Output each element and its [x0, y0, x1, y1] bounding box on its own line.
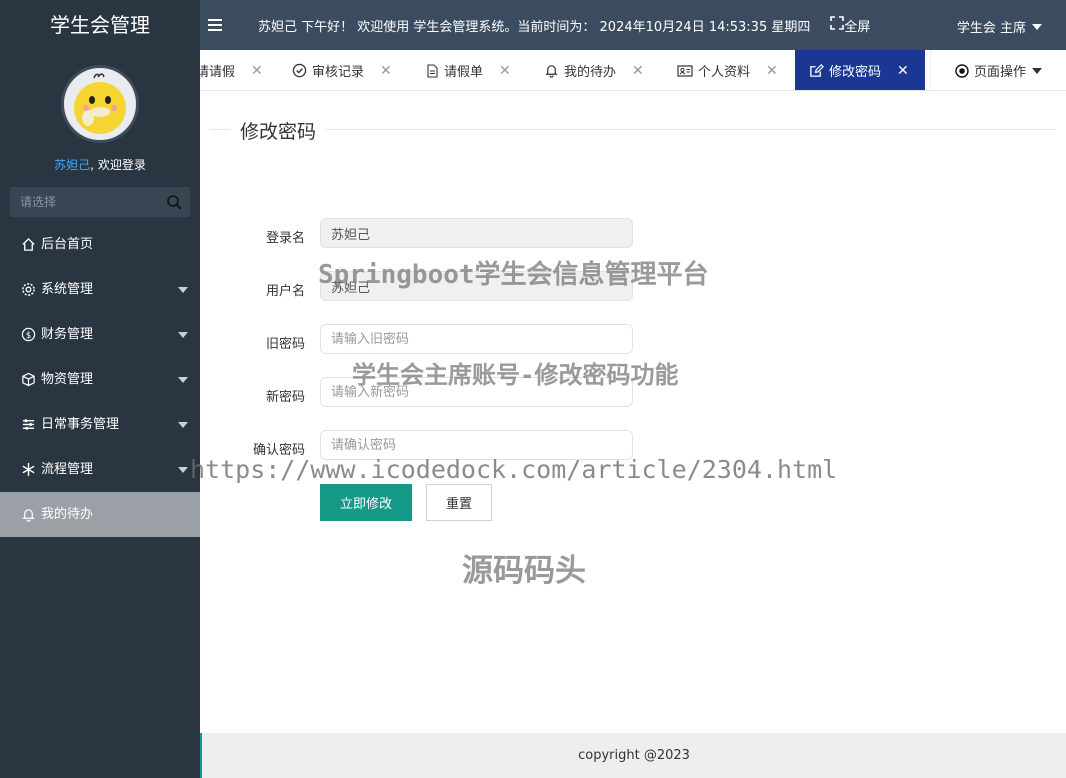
- sidebar-item-materials[interactable]: 物资管理: [0, 357, 200, 402]
- sidebar-item-my-todo[interactable]: 我的待办: [0, 492, 200, 537]
- tab-leave-form[interactable]: 请假单 ✕: [426, 50, 511, 90]
- tab-profile[interactable]: 个人资料 ✕: [677, 50, 778, 90]
- tab-label: 修改密码: [829, 65, 882, 80]
- greeting-text: 苏妲己 下午好！ 欢迎使用 学生会管理系统。当前时间为： 2024年10月24日…: [258, 19, 811, 35]
- radio-dot-icon: [955, 63, 969, 78]
- tab-my-todo[interactable]: 我的待办 ✕: [544, 50, 644, 90]
- top-header: 苏妲己 下午好！ 欢迎使用 学生会管理系统。当前时间为： 2024年10月24日…: [200, 0, 1066, 50]
- login-name-row: 登录名: [200, 218, 1066, 248]
- old-password-label: 旧密码: [265, 337, 305, 352]
- user-role-dropdown[interactable]: 学生会 主席: [957, 17, 1042, 36]
- fieldset-line: [210, 129, 1056, 130]
- tab-leave-request[interactable]: 请请假 ✕: [200, 50, 263, 90]
- close-icon[interactable]: ✕: [632, 63, 644, 79]
- sidebar-item-process[interactable]: 流程管理: [0, 447, 200, 492]
- expand-icon: [830, 16, 845, 34]
- confirm-password-row: 确认密码: [200, 430, 1066, 460]
- bell-icon: [20, 507, 36, 523]
- user-name-field[interactable]: [320, 271, 633, 301]
- box-icon: [20, 372, 36, 388]
- login-name-field[interactable]: [320, 218, 633, 248]
- sidebar-item-label: 后台首页: [41, 237, 94, 252]
- tab-label: 审核记录: [312, 65, 365, 80]
- chevron-down-icon: [178, 332, 188, 338]
- user-name-row: 用户名: [200, 271, 1066, 301]
- sidebar-item-label: 流程管理: [41, 462, 94, 477]
- login-name-label: 登录名: [265, 231, 305, 246]
- edit-icon: [809, 63, 824, 78]
- sidebar-item-label: 物资管理: [41, 372, 94, 387]
- tab-label: 请请假: [200, 65, 236, 80]
- home-icon: [20, 237, 36, 253]
- sidebar-search-input[interactable]: [10, 187, 190, 217]
- sidebar-item-system[interactable]: 系统管理: [0, 267, 200, 312]
- confirm-password-field[interactable]: [320, 430, 633, 460]
- main-content: 修改密码 登录名 用户名 旧密码 新密码 确认密码 立即修改 重置: [200, 91, 1066, 733]
- sidebar-item-home[interactable]: 后台首页: [0, 222, 200, 267]
- tab-label: 我的待办: [564, 65, 617, 80]
- chevron-down-icon: [178, 287, 188, 293]
- chevron-down-icon: [178, 422, 188, 428]
- brand-title: 学生会管理: [50, 13, 150, 37]
- chevron-down-icon: [178, 377, 188, 383]
- document-icon: [426, 63, 439, 78]
- footer: copyright @2023: [200, 733, 1066, 778]
- close-icon[interactable]: ✕: [499, 63, 511, 79]
- sidebar-search: [10, 187, 190, 217]
- reset-button[interactable]: 重置: [426, 484, 492, 521]
- fullscreen-label: 全屏: [844, 19, 871, 35]
- confirm-password-label: 确认密码: [252, 443, 305, 458]
- sidebar-menu: 后台首页 系统管理 $ 财务管理 物资管理 日常事务管理 流程管理 我的待办: [0, 222, 200, 537]
- sidebar: 学生会管理 苏妲己, 欢迎登录 后台首页 系统管: [0, 0, 200, 778]
- menu-toggle-icon[interactable]: [208, 19, 238, 31]
- submit-button[interactable]: 立即修改: [320, 484, 412, 521]
- tab-change-password[interactable]: 修改密码 ✕: [795, 50, 925, 90]
- welcome-text: 苏妲己, 欢迎登录: [0, 156, 200, 173]
- page-operations-dropdown[interactable]: 页面操作: [930, 50, 1066, 90]
- welcome-suffix: , 欢迎登录: [90, 158, 146, 172]
- sidebar-item-label: 系统管理: [41, 282, 94, 297]
- tab-label: 请假单: [444, 65, 484, 80]
- close-icon[interactable]: ✕: [897, 63, 909, 79]
- svg-text:$: $: [25, 330, 30, 340]
- old-password-row: 旧密码: [200, 324, 1066, 354]
- close-icon[interactable]: ✕: [251, 63, 263, 79]
- chevron-down-icon: [1032, 23, 1042, 30]
- tab-review-records[interactable]: 审核记录 ✕: [292, 50, 392, 90]
- new-password-field[interactable]: [320, 377, 633, 407]
- tab-label: 个人资料: [698, 65, 751, 80]
- chevron-down-icon: [178, 467, 188, 473]
- sidebar-item-label: 日常事务管理: [41, 417, 120, 432]
- new-password-row: 新密码: [200, 377, 1066, 407]
- sidebar-item-label: 财务管理: [41, 327, 94, 342]
- page-title: 修改密码: [230, 117, 327, 144]
- user-name[interactable]: 苏妲己: [54, 158, 90, 172]
- dollar-icon: $: [20, 327, 36, 343]
- user-role-label: 学生会 主席: [956, 21, 1026, 36]
- fullscreen-button[interactable]: 全屏: [830, 16, 870, 35]
- avatar[interactable]: [61, 65, 139, 143]
- bell-icon: [544, 63, 559, 78]
- close-icon[interactable]: ✕: [766, 63, 778, 79]
- sliders-icon: [20, 417, 36, 433]
- old-password-field[interactable]: [320, 324, 633, 354]
- copyright-text: copyright @2023: [578, 748, 690, 763]
- check-circle-icon: [292, 63, 307, 78]
- user-name-label: 用户名: [265, 284, 305, 299]
- gear-icon: [20, 282, 36, 298]
- search-icon[interactable]: [166, 194, 182, 214]
- sidebar-item-finance[interactable]: $ 财务管理: [0, 312, 200, 357]
- id-card-icon: [677, 64, 693, 78]
- page-ops-label: 页面操作: [973, 65, 1026, 80]
- tab-bar: 请请假 ✕ 审核记录 ✕ 请假单 ✕ 我的待办 ✕ 个人资料 ✕ 修改密码 ✕ …: [200, 50, 1066, 91]
- snowflake-icon: [20, 462, 36, 478]
- close-icon[interactable]: ✕: [380, 63, 392, 79]
- sidebar-item-label: 我的待办: [41, 507, 94, 522]
- new-password-label: 新密码: [265, 390, 305, 405]
- sidebar-item-daily-affairs[interactable]: 日常事务管理: [0, 402, 200, 447]
- chevron-down-icon: [1032, 67, 1042, 74]
